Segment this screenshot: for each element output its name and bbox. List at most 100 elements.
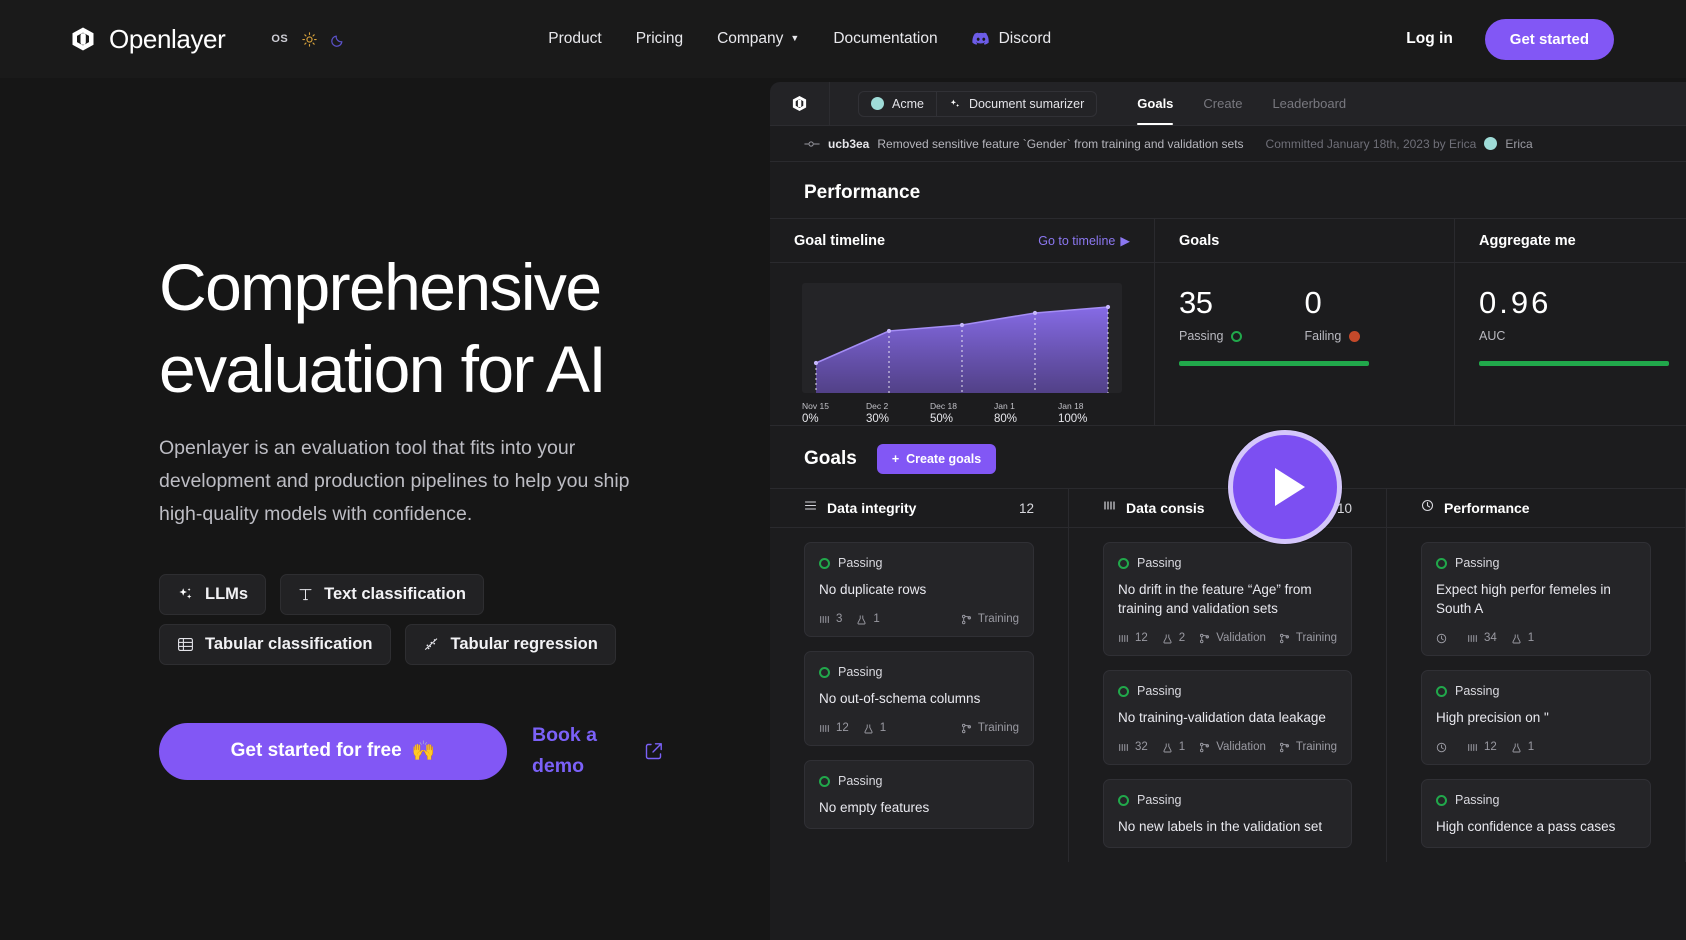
goal-card[interactable]: Passing Expect high perfor femeles in So… — [1420, 542, 1651, 656]
goals-section-title: Goals — [804, 448, 857, 469]
goal-card[interactable]: Passing No duplicate rows 3 1 Training — [804, 542, 1034, 637]
hero-cta-row: Get started for free 🙌 Book a demo — [159, 720, 664, 782]
raising-hands-icon: 🙌 — [411, 741, 436, 762]
commit-meta-text: Committed January 18th, 2023 by Erica — [1265, 136, 1477, 151]
commit-hash[interactable]: ucb3ea — [828, 137, 869, 151]
chart-data-point[interactable] — [813, 360, 819, 366]
chart-data-point[interactable] — [959, 322, 965, 328]
card-metric-value: 1 — [879, 722, 887, 734]
nav-link-pricing[interactable]: Pricing — [636, 30, 683, 48]
card-metric: 1 — [1511, 741, 1534, 753]
book-demo-link[interactable]: Book a demo — [532, 720, 616, 782]
axis-tick: Jan 1 80% — [994, 401, 1058, 425]
card-metric-value: 3 — [836, 613, 843, 625]
get-started-button[interactable]: Get started — [1484, 18, 1614, 60]
goal-card-title: Expect high perfor femeles in South A — [1435, 582, 1611, 616]
card-tag: Training — [1279, 741, 1337, 753]
pill-text-classification-label: Text classification — [324, 585, 466, 603]
workspace-selector[interactable]: Acme — [859, 92, 936, 116]
goal-card[interactable]: Passing No empty features — [804, 760, 1034, 829]
brand-logo[interactable]: Openlayer — [70, 24, 226, 55]
tab-goals[interactable]: Goals — [1137, 82, 1174, 125]
pill-tabular-classification[interactable]: Tabular classification — [159, 624, 391, 665]
goal-card[interactable]: Passing High precision on " 12 1 — [1420, 670, 1651, 765]
card-metric: 12 — [819, 722, 849, 734]
card-metric-value: 32 — [1135, 741, 1148, 753]
axis-pct-label: 0% — [802, 413, 819, 425]
nav-link-discord[interactable]: Discord — [971, 30, 1051, 48]
nav-link-company[interactable]: Company ▼ — [717, 30, 799, 48]
goal-timeline-title: Goal timeline — [794, 232, 886, 249]
goal-card[interactable]: Passing No new labels in the validation … — [1103, 779, 1352, 848]
card-metric-value: 1 — [1527, 741, 1535, 753]
card-metric: 12 — [1118, 632, 1148, 644]
theme-switcher[interactable]: OS — [271, 31, 346, 47]
goal-card[interactable]: Passing No training-validation data leak… — [1103, 670, 1352, 765]
area-chart — [813, 304, 1111, 393]
card-tag-label: Validation — [1216, 632, 1266, 644]
goal-columns: Data integrity 12 Passing No duplicate r… — [770, 488, 1686, 862]
pill-tabular-regression[interactable]: Tabular regression — [404, 624, 616, 665]
goal-column: Data integrity 12 Passing No duplicate r… — [770, 488, 1069, 862]
status-label: Passing — [838, 774, 883, 788]
card-tag-label: Training — [977, 722, 1019, 734]
sun-icon[interactable] — [302, 31, 317, 47]
card-tag-label: Training — [1295, 632, 1337, 644]
goal-card-tags: Training — [961, 613, 1019, 625]
create-goals-button[interactable]: + Create goals — [876, 444, 997, 474]
card-tag: Training — [961, 722, 1019, 734]
pass-ring-icon — [1435, 557, 1447, 569]
chart-data-point[interactable] — [886, 328, 892, 334]
stat-grid: Goal timeline Go to timeline ▶ Nov 15 0%… — [770, 219, 1686, 426]
workspace-avatar — [871, 97, 884, 110]
project-selector[interactable]: Document sumarizer — [935, 91, 1096, 116]
nav-link-documentation[interactable]: Documentation — [833, 30, 937, 48]
app-tabs: Goals Create Leaderboard — [1137, 82, 1346, 125]
pill-llms[interactable]: LLMs — [159, 574, 267, 615]
external-link-icon[interactable] — [644, 741, 664, 761]
theme-os-label[interactable]: OS — [271, 33, 288, 45]
goal-card[interactable]: Passing High confidence a pass cases — [1420, 779, 1651, 848]
goals-summary-title: Goals — [1179, 232, 1220, 249]
get-started-free-button[interactable]: Get started for free 🙌 — [159, 722, 507, 780]
card-metric: 12 — [1467, 741, 1497, 753]
card-tag: Training — [961, 613, 1019, 625]
list-icon — [804, 499, 817, 517]
goal-card-footer: 34 1 — [1436, 632, 1636, 644]
chart-data-point[interactable] — [1032, 310, 1038, 316]
goals-summary-header: Goals — [1155, 219, 1454, 263]
axis-date-label: Jan 18 — [1058, 401, 1084, 411]
moon-icon[interactable] — [331, 32, 346, 47]
commit-bar: ucb3ea Removed sensitive feature `Gender… — [770, 126, 1686, 162]
login-link[interactable]: Log in — [1406, 30, 1453, 48]
pass-ring-icon — [1435, 685, 1447, 697]
nav-link-product-label: Product — [548, 30, 602, 47]
goal-column-count: 12 — [1018, 500, 1034, 516]
create-goals-label: Create goals — [906, 452, 982, 466]
project-name: Document sumarizer — [968, 96, 1085, 111]
top-navigation: Openlayer OS Product Pricing Company ▼ Do — [0, 0, 1686, 78]
tab-create[interactable]: Create — [1203, 82, 1242, 125]
axis-pct-label: 80% — [994, 413, 1018, 425]
commit-meta: Committed January 18th, 2023 by Erica Er… — [1266, 137, 1533, 151]
go-to-timeline-link[interactable]: Go to timeline ▶ — [1038, 233, 1130, 249]
goal-card[interactable]: Passing No out-of-schema columns 12 1 Trai… — [804, 651, 1034, 746]
pass-progress-bar — [1179, 361, 1369, 366]
chart-data-point[interactable] — [1105, 304, 1111, 310]
nav-link-product[interactable]: Product — [548, 30, 601, 48]
goal-card-title: No new labels in the validation set — [1118, 819, 1323, 834]
app-logo-cell[interactable] — [770, 82, 830, 125]
axis-pct-label: 30% — [866, 413, 890, 425]
auc-value: 0.96 — [1479, 285, 1552, 320]
goal-card[interactable]: Passing No drift in the feature “Age” fr… — [1103, 542, 1352, 656]
axis-tick: Dec 2 30% — [866, 401, 930, 425]
goal-card-footer: 12 1 Training — [819, 722, 1019, 734]
table-icon — [178, 638, 193, 651]
axis-pct-label: 100% — [1058, 413, 1088, 425]
tab-leaderboard[interactable]: Leaderboard — [1272, 82, 1346, 125]
play-button[interactable] — [1228, 430, 1342, 544]
pill-text-classification[interactable]: Text classification — [280, 574, 484, 615]
goal-timeline-chart: Nov 15 0% Dec 2 30% Dec 18 50% Jan 1 80%… — [770, 263, 1154, 425]
pill-llms-label: LLMs — [205, 585, 249, 603]
status-label: Passing — [838, 665, 883, 679]
